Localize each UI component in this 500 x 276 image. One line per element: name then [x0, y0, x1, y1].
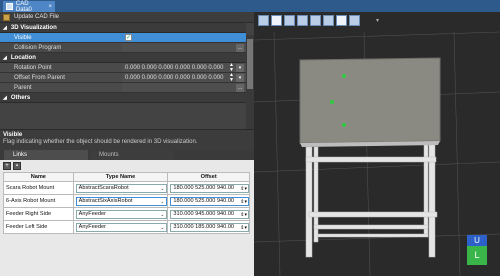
mount-marker[interactable]	[342, 123, 346, 127]
property-label: Rotation Point	[0, 63, 122, 72]
offset-value: 180.000 525.000 940.00	[173, 198, 235, 204]
add-link-button[interactable]: +	[3, 161, 11, 170]
spinner-icon[interactable]: ▲ ▼	[229, 73, 234, 83]
table-frame	[305, 144, 438, 258]
type-select[interactable]: AbstractSixAxisRobot ⌄	[75, 196, 168, 206]
links-panel: + ▪ Name Type Name Offset Scara Robot Mo…	[0, 160, 254, 276]
offset-from-parent-value[interactable]: 0.000 0.000 0.000 0.000 0.000 0.000	[125, 75, 223, 81]
cad-data-icon	[6, 3, 13, 10]
type-value: AbstractSixAxisRobot	[78, 198, 133, 204]
property-row-visible[interactable]: Visible ✓	[0, 33, 246, 43]
description-title: Visible	[3, 132, 23, 138]
offset-field[interactable]: 180.000 525.000 940.00 ⇕▾	[170, 183, 249, 193]
offset-field[interactable]: 180.000 525.000 940.00 ⇕▾	[170, 196, 249, 206]
mount-marker[interactable]	[330, 100, 334, 104]
type-select[interactable]: AnyFeeder ⌄	[75, 222, 168, 232]
chevron-down-icon[interactable]: ⌄	[160, 225, 164, 231]
type-select[interactable]: AbstractScaraRobot ⌄	[75, 183, 168, 193]
column-header-name[interactable]: Name	[3, 172, 74, 182]
offset-value: 310.000 185.000 940.00	[173, 224, 235, 230]
table-row[interactable]: 6-Axis Robot Mount AbstractSixAxisRobot ⌄…	[3, 194, 250, 208]
spinner-icon[interactable]: ⇕▾	[240, 212, 247, 218]
table-row[interactable]: Feeder Left Side AnyFeeder ⌄ 310.000 185.…	[3, 220, 250, 234]
description-text: Flag indicating whether the object shoul…	[3, 139, 198, 145]
link-name[interactable]: Feeder Left Side	[3, 220, 74, 234]
links-table: Name Type Name Offset Scara Robot Mount …	[3, 172, 250, 234]
document-tab-strip: CAD Data0 ×	[0, 0, 500, 13]
panel-toolbar: Update CAD File	[0, 12, 254, 23]
type-value: AnyFeeder	[78, 211, 107, 217]
dropdown-button[interactable]: …	[236, 44, 244, 52]
scene-canvas	[254, 31, 500, 276]
spinner-icon[interactable]: ⇕▾	[240, 186, 247, 192]
delete-link-button[interactable]: ▪	[13, 161, 21, 170]
offset-field[interactable]: 310.000 185.000 940.00 ⇕▾	[170, 222, 249, 232]
property-scrollbar[interactable]	[246, 35, 254, 131]
close-icon[interactable]: ×	[48, 4, 52, 10]
property-panel: Update CAD File ◢ 3D Visualization Visib…	[0, 12, 254, 276]
mount-marker[interactable]	[342, 74, 346, 78]
dropdown-button[interactable]: …	[236, 84, 244, 92]
column-header-offset[interactable]: Offset	[167, 172, 250, 182]
chevron-down-icon[interactable]: ⌄	[160, 186, 164, 192]
offset-value: 310.000 945.000 940.00	[173, 211, 235, 217]
property-grid: ◢ 3D Visualization Visible ✓ Collision P…	[0, 23, 246, 103]
offset-value: 180.000 525.000 940.00	[173, 185, 235, 191]
type-select[interactable]: AnyFeeder ⌄	[75, 209, 168, 219]
property-row-parent[interactable]: Parent …	[0, 83, 246, 93]
spinner-icon[interactable]: ⇕▾	[240, 225, 247, 231]
offset-field[interactable]: 310.000 945.000 940.00 ⇕▾	[170, 209, 249, 219]
property-label: Visible	[0, 33, 122, 42]
links-mounts-tabs: Links Mounts	[0, 150, 254, 160]
type-value: AnyFeeder	[78, 224, 107, 230]
section-title: Others	[10, 94, 31, 101]
visible-checkbox[interactable]: ✓	[125, 34, 132, 41]
chevron-down-icon[interactable]: ⌄	[160, 199, 164, 205]
link-name[interactable]: Scara Robot Mount	[3, 181, 74, 195]
section-others[interactable]: ◢ Others	[0, 93, 246, 103]
scrollbar-thumb[interactable]	[247, 39, 253, 89]
update-cad-button[interactable]: Update CAD File	[14, 14, 59, 20]
property-label: Parent	[0, 83, 122, 92]
table-row[interactable]: Feeder Right Side AnyFeeder ⌄ 310.000 945…	[3, 207, 250, 221]
table-top[interactable]	[299, 57, 441, 144]
view-cube-front[interactable]: L	[467, 246, 487, 265]
column-header-type[interactable]: Type Name	[72, 172, 169, 182]
view-cube-top[interactable]: U	[467, 235, 487, 246]
section-title: 3D Visualization	[10, 24, 57, 31]
section-3d-visualization[interactable]: ◢ 3D Visualization	[0, 23, 246, 33]
section-title: Location	[10, 54, 36, 61]
link-name[interactable]: Feeder Right Side	[3, 207, 74, 221]
rotation-point-value[interactable]: 0.000 0.000 0.000 0.000 0.000 0.000	[125, 65, 223, 71]
tab-links[interactable]: Links	[4, 150, 88, 160]
tab-cad-data[interactable]: CAD Data0 ×	[3, 0, 55, 13]
3d-viewport[interactable]: ▾ U L	[254, 12, 500, 276]
tab-mounts[interactable]: Mounts	[90, 150, 174, 160]
property-row-collision[interactable]: Collision Program …	[0, 43, 246, 53]
property-label: Offset From Parent	[0, 73, 122, 82]
links-toolbar: + ▪	[0, 160, 254, 171]
property-row-offset[interactable]: Offset From Parent 0.000 0.000 0.000 0.0…	[0, 73, 246, 83]
collapse-icon[interactable]: ◢	[3, 55, 7, 61]
view-cube[interactable]: U L	[467, 235, 487, 265]
dropdown-button[interactable]: ▾	[236, 64, 244, 72]
property-row-rotation[interactable]: Rotation Point 0.000 0.000 0.000 0.000 0…	[0, 63, 246, 73]
tab-title: CAD Data0	[15, 0, 32, 13]
link-name[interactable]: 6-Axis Robot Mount	[3, 194, 74, 208]
update-cad-icon	[3, 13, 10, 21]
property-label: Collision Program	[0, 43, 122, 52]
spinner-icon[interactable]: ⇕▾	[240, 199, 247, 205]
chevron-down-icon[interactable]: ⌄	[160, 212, 164, 218]
dropdown-button[interactable]: ▾	[236, 74, 244, 82]
table-row[interactable]: Scara Robot Mount AbstractScaraRobot ⌄ 18…	[3, 181, 250, 195]
collapse-icon[interactable]: ◢	[3, 25, 7, 31]
section-location[interactable]: ◢ Location	[0, 53, 246, 63]
collapse-icon[interactable]: ◢	[3, 95, 7, 101]
type-value: AbstractScaraRobot	[78, 185, 129, 191]
